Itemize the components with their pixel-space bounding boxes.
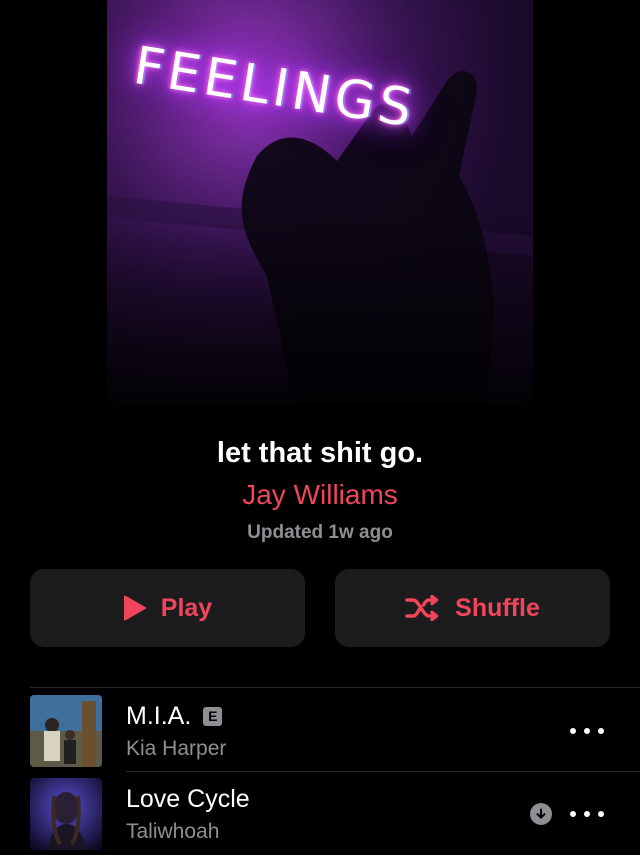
shuffle-label: Shuffle: [455, 593, 540, 622]
playlist-curator-link[interactable]: Jay Williams: [0, 475, 640, 515]
playlist-title: let that shit go.: [216, 437, 424, 469]
track-title: Love Cycle: [126, 783, 250, 815]
playlist-artwork[interactable]: FEELINGS: [107, 0, 533, 403]
more-options-button[interactable]: [570, 804, 604, 824]
playlist-header: let that shit go. Jay Williams Updated 1…: [0, 434, 640, 545]
playlist-updated-label: Updated 1w ago: [247, 522, 393, 543]
track-artwork: [30, 695, 102, 767]
track-title-text: Love Cycle: [126, 785, 250, 813]
more-options-button[interactable]: [570, 721, 604, 741]
track-row[interactable]: Love Cycle Taliwhoah: [0, 771, 640, 851]
track-artist: Kia Harper: [126, 737, 227, 760]
shuffle-button[interactable]: Shuffle: [335, 569, 610, 647]
play-button[interactable]: Play: [30, 569, 305, 647]
track-row[interactable]: M.I.A. E Kia Harper: [0, 688, 640, 768]
shuffle-icon: [405, 595, 441, 621]
track-artwork: [30, 778, 102, 850]
track-title: M.I.A. E: [126, 700, 223, 732]
playlist-page: FEELINGS let that shit go. Jay Williams …: [0, 0, 640, 855]
downloaded-icon: [530, 803, 552, 825]
explicit-badge: E: [203, 706, 223, 726]
play-icon: [123, 595, 147, 621]
track-artist: Taliwhoah: [126, 820, 220, 843]
play-label: Play: [160, 593, 213, 622]
track-title-text: M.I.A.: [126, 702, 192, 730]
